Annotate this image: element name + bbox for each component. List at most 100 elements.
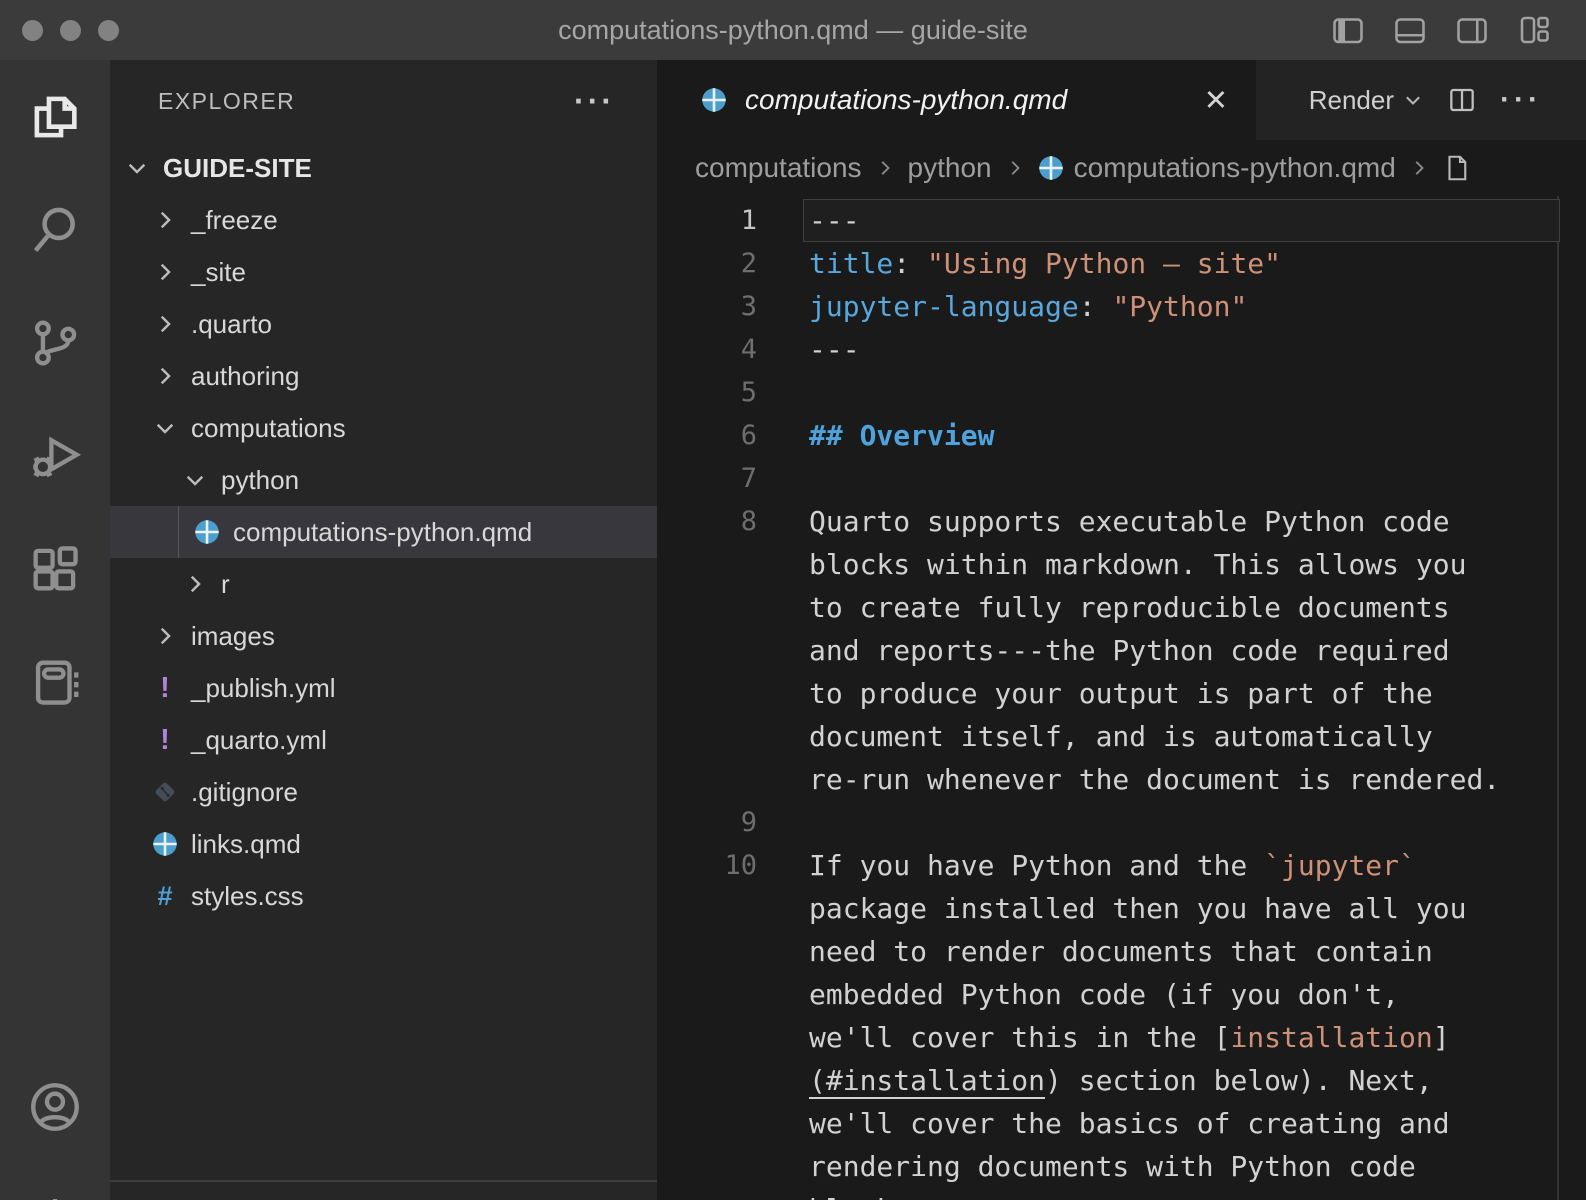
line-content: we'll cover the basics of creating and [809, 1102, 1450, 1145]
tree-item-.gitignore[interactable]: .gitignore [110, 766, 657, 818]
tree-item-images[interactable]: images [110, 610, 657, 662]
chevron-right-icon [152, 623, 178, 649]
toggle-secondary-sidebar-icon[interactable] [1454, 12, 1490, 48]
line-content: blocks. [809, 1188, 927, 1200]
code-line[interactable]: 6## Overview [657, 414, 1586, 457]
breadcrumbs: computations python computations-python.qm… [657, 140, 1586, 196]
code-line[interactable]: 3jupyter-language: "Python" [657, 285, 1586, 328]
tree-item-links.qmd[interactable]: links.qmd [110, 818, 657, 870]
line-number: 9 [657, 801, 757, 844]
code-line[interactable]: 9 [657, 801, 1586, 844]
code-line[interactable]: 10If you have Python and the `jupyter` [657, 844, 1586, 887]
close-tab-icon[interactable]: ✕ [1204, 83, 1228, 117]
line-number: 10 [657, 844, 757, 887]
search-icon[interactable] [0, 173, 110, 286]
quarto-icon [194, 519, 220, 545]
tree-item-_freeze[interactable]: _freeze [110, 194, 657, 246]
line-number [657, 1188, 757, 1200]
css-icon: # [152, 881, 178, 912]
tree-item-computations-python.qmd[interactable]: computations-python.qmd [110, 506, 657, 558]
code-line[interactable]: need to render documents that contain [657, 930, 1586, 973]
code-line[interactable]: blocks. [657, 1188, 1586, 1200]
code-line[interactable]: 7 [657, 457, 1586, 500]
tab-bar: computations-python.qmd ✕ Render [657, 60, 1586, 140]
quarto-icon [152, 831, 178, 857]
explorer-more-icon[interactable]: ··· [574, 83, 615, 120]
code-line[interactable]: re-run whenever the document is rendered… [657, 758, 1586, 801]
account-icon[interactable] [0, 1078, 110, 1136]
tree-section-header[interactable]: GUIDE-SITE [110, 142, 657, 194]
breadcrumb-computations[interactable]: computations [695, 152, 862, 184]
breadcrumb-file[interactable] [1442, 153, 1472, 183]
code-line[interactable]: blocks within markdown. This allows you [657, 543, 1586, 586]
code-line[interactable]: we'll cover the basics of creating and [657, 1102, 1586, 1145]
code-line[interactable]: document itself, and is automatically [657, 715, 1586, 758]
tree-item-.quarto[interactable]: .quarto [110, 298, 657, 350]
line-content: blocks within markdown. This allows you [809, 543, 1466, 586]
code-line[interactable]: embedded Python code (if you don't, [657, 973, 1586, 1016]
tree-item-authoring[interactable]: authoring [110, 350, 657, 402]
explorer-icon[interactable] [0, 60, 110, 173]
code-line[interactable]: 4--- [657, 328, 1586, 371]
tree-item-computations[interactable]: computations [110, 402, 657, 454]
tree-item-_site[interactable]: _site [110, 246, 657, 298]
editor-group: computations-python.qmd ✕ Render [657, 60, 1586, 1200]
close-button[interactable] [22, 20, 43, 41]
code-line[interactable]: package installed then you have all you [657, 887, 1586, 930]
tab-computations-python[interactable]: computations-python.qmd ✕ [657, 60, 1256, 140]
line-number [657, 1059, 757, 1102]
chevron-right-icon [152, 311, 178, 337]
code-line[interactable]: we'll cover this in the [installation] [657, 1016, 1586, 1059]
code-line[interactable]: 5 [657, 371, 1586, 414]
customize-layout-icon[interactable] [1516, 12, 1552, 48]
line-content: to create fully reproducible documents [809, 586, 1450, 629]
notebook-icon[interactable] [0, 625, 110, 738]
code-line[interactable]: 2title: "Using Python — site" [657, 242, 1586, 285]
split-editor-icon[interactable] [1446, 84, 1478, 116]
code-lines: 1---2title: "Using Python — site"3jupyte… [657, 199, 1586, 1200]
tab-label: computations-python.qmd [745, 84, 1067, 116]
render-button[interactable]: Render [1309, 85, 1424, 116]
outline-header[interactable]: OUTLINE [110, 1186, 657, 1200]
minimize-button[interactable] [60, 20, 81, 41]
breadcrumb-python[interactable]: python [908, 152, 992, 184]
code-line[interactable]: 1--- [657, 199, 1586, 242]
run-and-debug-icon[interactable] [0, 399, 110, 512]
line-number [657, 715, 757, 758]
line-number [657, 1016, 757, 1059]
code-line[interactable]: (#installation) section below). Next, [657, 1059, 1586, 1102]
code-line[interactable]: and reports---the Python code required [657, 629, 1586, 672]
line-number [657, 973, 757, 1016]
code-line[interactable]: to create fully reproducible documents [657, 586, 1586, 629]
zoom-button[interactable] [98, 20, 119, 41]
tree-item-label: python [221, 465, 299, 496]
tree-item-styles.css[interactable]: #styles.css [110, 870, 657, 922]
extensions-icon[interactable] [0, 512, 110, 625]
line-content: jupyter-language: "Python" [809, 285, 1247, 328]
line-number [657, 586, 757, 629]
toggle-primary-sidebar-icon[interactable] [1330, 12, 1366, 48]
toggle-panel-icon[interactable] [1392, 12, 1428, 48]
chevron-right-icon [182, 571, 208, 597]
breadcrumb-label: python [908, 152, 992, 184]
code-line[interactable]: rendering documents with Python code [657, 1145, 1586, 1188]
line-number: 4 [657, 328, 757, 371]
source-control-icon[interactable] [0, 286, 110, 399]
code-line[interactable]: 8Quarto supports executable Python code [657, 500, 1586, 543]
editor-actions: Render ··· [1309, 60, 1586, 140]
code-area[interactable]: 1---2title: "Using Python — site"3jupyte… [657, 196, 1586, 1200]
tree-item-_quarto.yml[interactable]: !_quarto.yml [110, 714, 657, 766]
tree-item-python[interactable]: python [110, 454, 657, 506]
editor-more-icon[interactable]: ··· [1500, 83, 1542, 117]
tree-item-label: computations [191, 413, 346, 444]
code-line[interactable]: to produce your output is part of the [657, 672, 1586, 715]
tree-item-label: _publish.yml [191, 673, 336, 704]
tree-item-_publish.yml[interactable]: !_publish.yml [110, 662, 657, 714]
settings-gear-icon[interactable] [0, 1192, 110, 1200]
tree-item-r[interactable]: r [110, 558, 657, 610]
quarto-icon [701, 87, 727, 113]
file-tree: GUIDE-SITE_freeze_site.quartoauthoring co… [110, 142, 657, 922]
chevron-right-icon [152, 363, 178, 389]
line-number: 7 [657, 457, 757, 500]
breadcrumb-computations-python.qmd[interactable]: computations-python.qmd [1038, 152, 1396, 184]
